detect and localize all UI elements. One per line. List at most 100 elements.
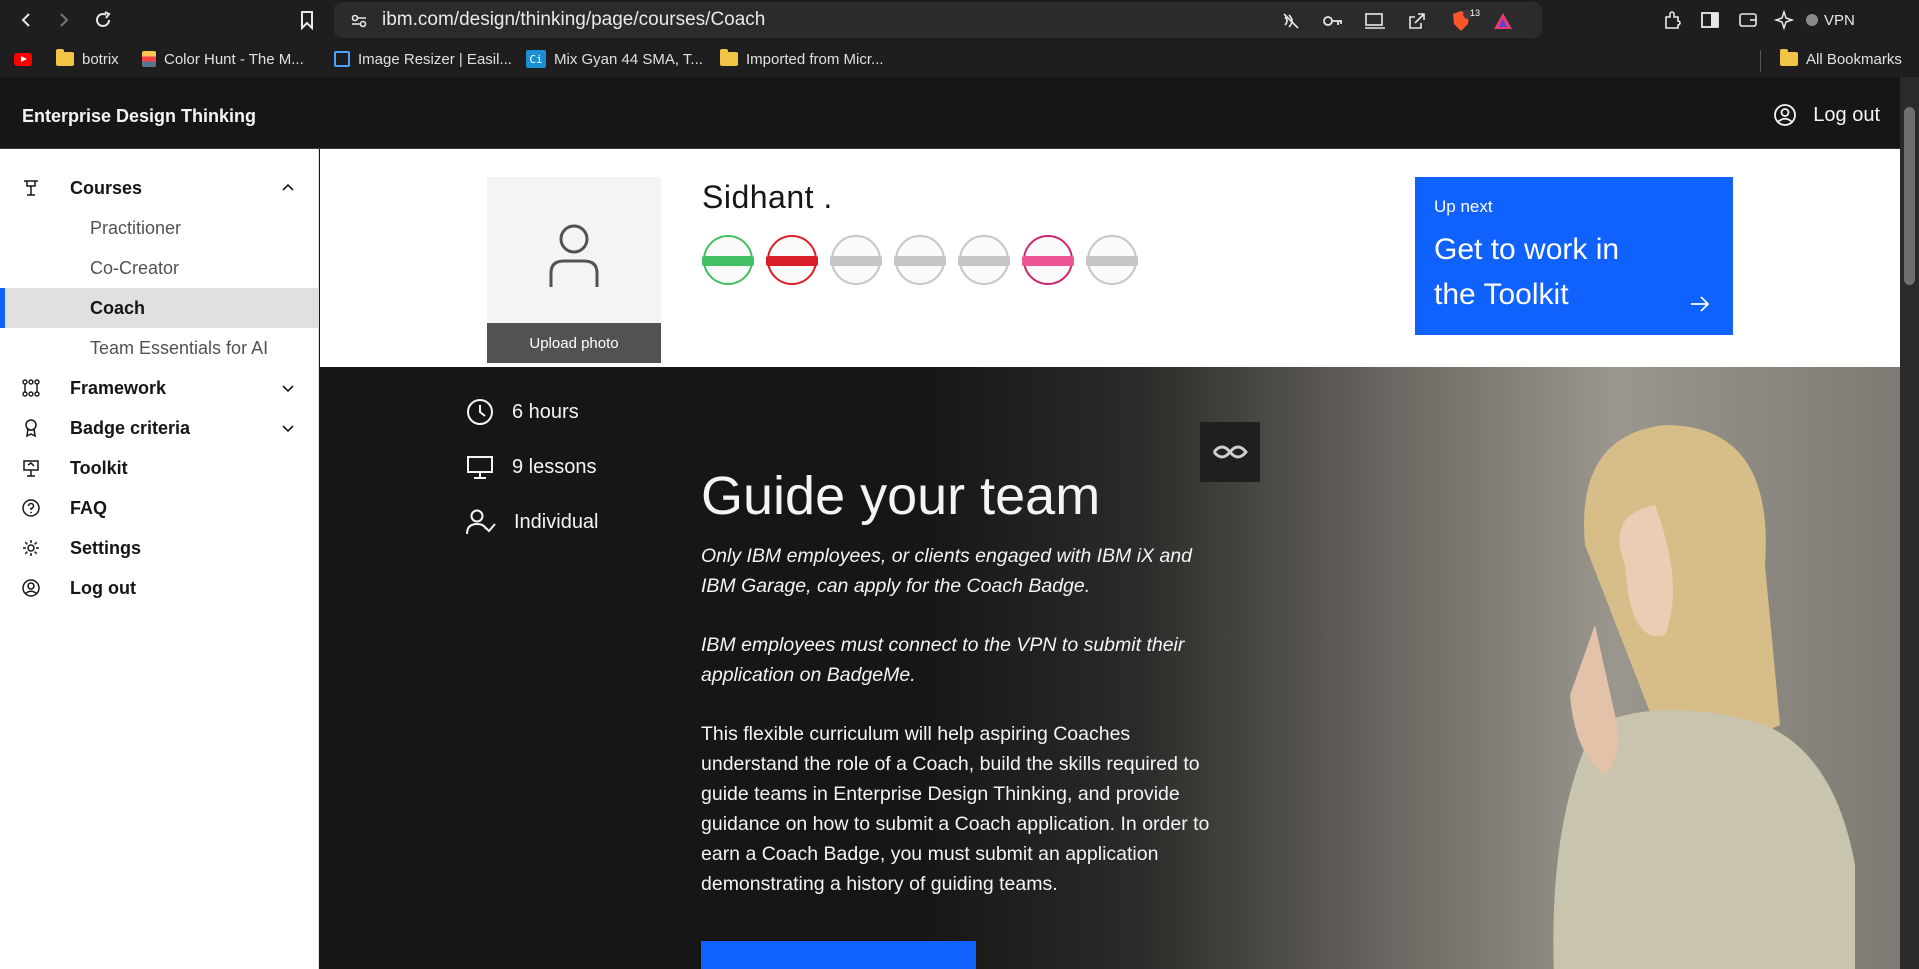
sidebar-item-framework[interactable]: Framework — [0, 368, 319, 408]
badge-icon — [20, 417, 42, 439]
wallet-icon[interactable] — [1736, 8, 1760, 32]
badge-team-essentials-icon[interactable] — [1022, 235, 1074, 285]
sidebar: Courses Practitioner Co-Creator Coach Te… — [0, 149, 319, 969]
sidebar-sub-practitioner[interactable]: Practitioner — [0, 208, 319, 248]
bookmark-image-resizer[interactable]: Image Resizer | Easil... — [334, 49, 512, 69]
page-scrollbar[interactable] — [1900, 77, 1919, 969]
upload-photo-button[interactable]: Upload photo — [487, 323, 661, 363]
bookmark-botrix[interactable]: botrix — [56, 49, 119, 69]
back-icon — [21, 13, 30, 27]
bookmark-mix-gyan[interactable]: Ci Mix Gyan 44 SMA, T... — [526, 49, 703, 69]
header-logout-button[interactable]: Log out — [1773, 103, 1880, 127]
user-name: Sidhant . — [702, 179, 833, 215]
sidebar-item-label: Framework — [70, 377, 167, 398]
sidebar-item-badge-criteria[interactable]: Badge criteria — [0, 408, 319, 448]
leo-ai-icon[interactable] — [1772, 8, 1796, 32]
forward-icon — [60, 13, 69, 27]
badge-advocate-icon[interactable] — [894, 235, 946, 285]
sidebar-sub-label: Co-Creator — [90, 257, 180, 278]
bookmark-label: Color Hunt - The M... — [164, 50, 304, 68]
stat-mode-label: Individual — [514, 510, 599, 533]
vpn-button[interactable]: VPN — [1806, 8, 1855, 32]
forward-button[interactable] — [48, 5, 78, 35]
share-icon[interactable] — [1406, 10, 1428, 32]
sidebar-item-label: Log out — [70, 577, 136, 598]
sidebar-sub-team-essentials-ai[interactable]: Team Essentials for AI — [0, 328, 319, 368]
sidebar-item-label: Courses — [70, 177, 143, 198]
sidebar-item-logout[interactable]: Log out — [0, 568, 319, 608]
app-header: Enterprise Design Thinking Log out — [0, 77, 1900, 149]
sidebar-item-toolkit[interactable]: Toolkit — [0, 448, 319, 488]
sidebar-item-faq[interactable]: FAQ — [0, 488, 319, 528]
course-description: This flexible curriculum will help aspir… — [701, 723, 1210, 895]
course-title: Guide your team — [701, 466, 1101, 526]
brave-badge-count: 13 — [1470, 8, 1481, 18]
url-text[interactable]: ibm.com/design/thinking/page/courses/Coa… — [382, 9, 765, 31]
brave-shields-icon[interactable] — [1450, 9, 1472, 32]
bookmark-icon — [301, 11, 313, 30]
all-bookmarks[interactable]: All Bookmarks — [1780, 49, 1902, 69]
bookmark-imported[interactable]: Imported from Micr... — [720, 49, 884, 69]
sidebar-item-label: Badge criteria — [70, 417, 191, 438]
sidebar-item-courses[interactable]: Courses — [0, 168, 319, 208]
profile-section: Upload photo Sidhant . Up next Get to wo… — [320, 149, 1900, 367]
up-next-card[interactable]: Up next Get to work in the Toolkit — [1415, 177, 1733, 335]
toolkit-icon — [20, 457, 42, 479]
user-icon — [20, 577, 42, 599]
brand-title[interactable]: Enterprise Design Thinking — [22, 106, 256, 127]
sidebar-item-label: Toolkit — [70, 457, 128, 478]
all-bookmarks-label: All Bookmarks — [1806, 50, 1902, 68]
back-button[interactable] — [12, 5, 42, 35]
chevron-up-icon — [282, 183, 294, 191]
sidebar-item-settings[interactable]: Settings — [0, 528, 319, 568]
address-bar[interactable]: ibm.com/design/thinking/page/courses/Coa… — [334, 2, 1542, 38]
bookmark-label: Image Resizer | Easil... — [358, 50, 512, 68]
badge-ai-icon[interactable] — [1086, 235, 1138, 285]
up-next-title: Get to work in the Toolkit — [1434, 233, 1620, 311]
user-check-icon — [466, 509, 496, 535]
stat-lessons-label: 9 lessons — [512, 455, 597, 478]
sidebar-sub-co-creator[interactable]: Co-Creator — [0, 248, 319, 288]
reload-button[interactable] — [88, 5, 118, 35]
framework-icon — [20, 377, 42, 399]
avatar: Upload photo — [487, 177, 661, 363]
install-app-icon[interactable] — [1364, 10, 1386, 32]
extensions-icon[interactable] — [1660, 8, 1684, 32]
badge-co-creator-icon[interactable] — [766, 235, 818, 285]
bookmarks-bar: botrix Color Hunt - The M... Image Resiz… — [0, 41, 1919, 77]
brave-rewards-icon[interactable] — [1492, 10, 1514, 32]
read-aloud-off-icon[interactable] — [1280, 10, 1302, 32]
scrollbar-thumb[interactable] — [1904, 107, 1915, 285]
reload-icon — [96, 11, 111, 27]
user-placeholder-icon — [549, 224, 599, 287]
header-logout-label: Log out — [1813, 103, 1880, 126]
site-settings-icon[interactable] — [348, 10, 370, 32]
bookmark-color-hunt[interactable]: Color Hunt - The M... — [142, 49, 304, 69]
badge-coach-icon[interactable] — [830, 235, 882, 285]
monitor-icon — [467, 456, 493, 479]
bookmarks-separator — [1760, 50, 1761, 72]
badge-leader-icon[interactable] — [958, 235, 1010, 285]
sidebar-sub-coach[interactable]: Coach — [0, 288, 319, 328]
chevron-down-icon — [282, 385, 294, 393]
key-icon[interactable] — [1322, 10, 1344, 32]
youtube-icon — [14, 52, 32, 66]
badge-practitioner-icon[interactable] — [702, 235, 754, 285]
sidebar-toggle-icon[interactable] — [1698, 8, 1722, 32]
help-icon — [20, 497, 42, 519]
settings-icon — [20, 537, 42, 559]
bookmark-youtube[interactable] — [14, 49, 32, 69]
user-avatar-icon — [1774, 104, 1797, 126]
chevron-down-icon — [282, 425, 294, 433]
badge-list — [702, 235, 1138, 285]
vpn-note: IBM employees must connect to the VPN to… — [701, 634, 1185, 686]
arrow-right-icon — [1691, 296, 1710, 312]
bookmark-label: Mix Gyan 44 SMA, T... — [554, 50, 703, 68]
image-resizer-icon — [334, 51, 350, 67]
bookmark-page-button[interactable] — [292, 5, 322, 35]
folder-icon — [56, 49, 74, 66]
ci-icon: Ci — [526, 50, 546, 68]
start-course-button[interactable] — [701, 941, 976, 969]
course-hero: 6 hours 9 lessons Individual Guide your … — [320, 367, 1900, 969]
stat-duration: 6 hours — [466, 398, 579, 426]
